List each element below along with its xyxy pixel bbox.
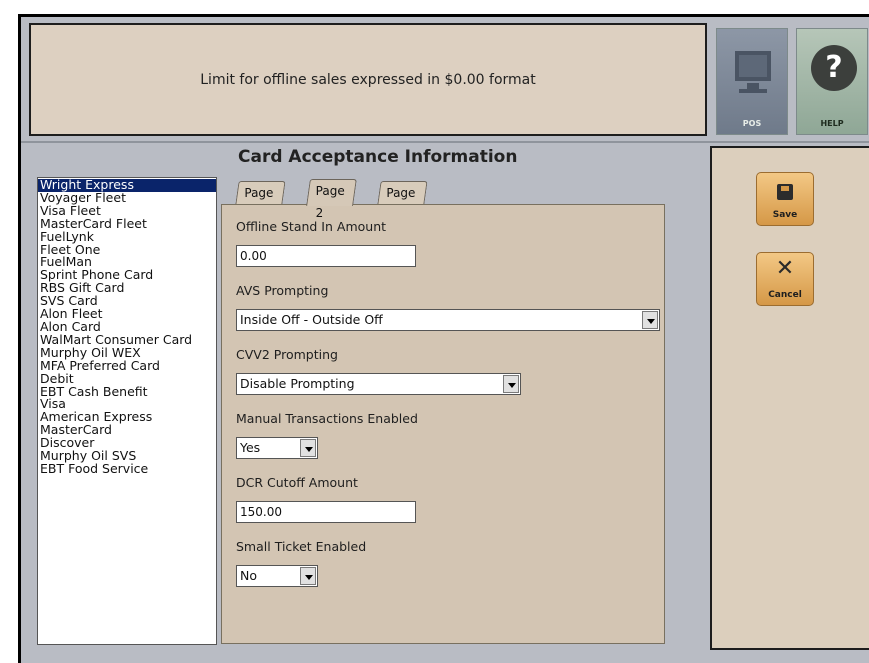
cancel-button-label: Cancel <box>768 290 802 300</box>
tab-page-1[interactable]: Page 1 <box>235 181 286 222</box>
pos-button[interactable]: POS <box>716 28 788 135</box>
dcr-cutoff-label: DCR Cutoff Amount <box>236 475 358 490</box>
tab-panel: Offline Stand In Amount 0.00 AVS Prompti… <box>221 204 665 644</box>
message-text: Limit for offline sales expressed in $0.… <box>200 71 536 88</box>
cvv2-prompting-select[interactable]: Disable Prompting <box>236 373 521 395</box>
manual-transactions-value: Yes <box>240 440 261 455</box>
close-icon: ✕ <box>775 256 795 281</box>
avs-prompting-value: Inside Off - Outside Off <box>240 312 383 327</box>
avs-prompting-select[interactable]: Inside Off - Outside Off <box>236 309 660 331</box>
save-button[interactable]: Save <box>756 172 814 226</box>
chevron-down-icon[interactable] <box>642 311 658 329</box>
tab-page-2[interactable]: Page 2 <box>306 179 357 220</box>
small-ticket-value: No <box>240 568 257 583</box>
card-list-item[interactable]: EBT Food Service <box>38 462 216 476</box>
tab-page-3[interactable]: Page 3 <box>377 181 428 222</box>
card-type-list[interactable]: Wright Express Voyager Fleet Visa Fleet Mas… <box>37 177 217 645</box>
monitor-icon <box>735 51 771 81</box>
pos-button-label: POS <box>742 119 762 128</box>
chevron-down-icon[interactable] <box>300 439 316 457</box>
small-ticket-select[interactable]: No <box>236 565 318 587</box>
save-button-label: Save <box>772 210 798 220</box>
help-button-label: HELP <box>820 119 844 128</box>
cancel-button[interactable]: ✕ Cancel <box>756 252 814 306</box>
question-icon: ? <box>811 45 857 91</box>
avs-prompting-label: AVS Prompting <box>236 283 329 298</box>
help-button[interactable]: ? HELP <box>796 28 868 135</box>
chevron-down-icon[interactable] <box>300 567 316 585</box>
dcr-cutoff-input[interactable]: 150.00 <box>236 501 416 523</box>
offline-amount-input[interactable]: 0.00 <box>236 245 416 267</box>
app-window: Limit for offline sales expressed in $0.… <box>18 14 869 663</box>
divider <box>21 141 869 143</box>
small-ticket-label: Small Ticket Enabled <box>236 539 367 554</box>
cvv2-prompting-value: Disable Prompting <box>240 376 355 391</box>
message-banner: Limit for offline sales expressed in $0.… <box>29 23 707 136</box>
offline-amount-label: Offline Stand In Amount <box>236 219 387 234</box>
cvv2-prompting-label: CVV2 Prompting <box>236 347 338 362</box>
chevron-down-icon[interactable] <box>503 375 519 393</box>
manual-transactions-label: Manual Transactions Enabled <box>236 411 418 426</box>
save-disk-icon <box>777 184 793 200</box>
section-title: Card Acceptance Information <box>238 147 518 167</box>
action-panel: Save ✕ Cancel <box>710 146 869 650</box>
manual-transactions-select[interactable]: Yes <box>236 437 318 459</box>
